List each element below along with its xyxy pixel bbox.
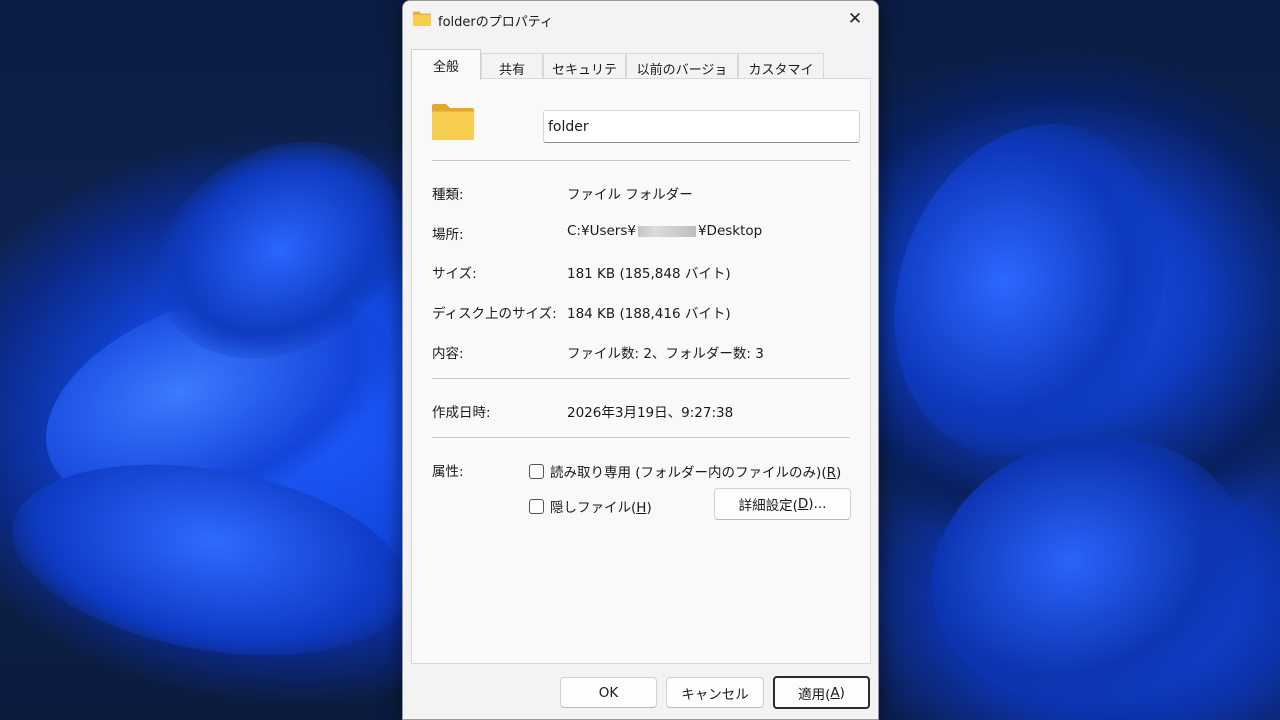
window-title: folderのプロパティ: [438, 15, 553, 30]
size-label: サイズ:: [432, 266, 477, 282]
location-prefix: C:¥Users¥: [567, 223, 636, 239]
created-value: 2026年3月19日、9:27:38: [567, 405, 734, 421]
redacted-username: [637, 225, 696, 237]
wallpaper-petal: [849, 85, 1211, 495]
readonly-option[interactable]: 読み取り専用 (フォルダー内のファイルのみ)(R): [529, 461, 841, 481]
close-button[interactable]: ✕: [832, 1, 878, 37]
attributes-label: 属性:: [432, 464, 464, 480]
close-icon: ✕: [847, 9, 863, 29]
tab-general[interactable]: 全般: [411, 49, 481, 80]
hidden-checkbox[interactable]: [529, 498, 544, 514]
location-suffix: ¥Desktop: [697, 223, 763, 239]
separator: [432, 437, 850, 438]
properties-dialog: folderのプロパティ ✕ 全般 共有 セキュリティ 以前のバージョン カスタ…: [402, 0, 879, 720]
location-label: 場所:: [432, 227, 464, 243]
hidden-label: 隠しファイル(H): [550, 500, 652, 516]
tab-strip: 全般 共有 セキュリティ 以前のバージョン カスタマイズ: [411, 49, 871, 97]
location-value: C:¥Users¥ ¥Desktop: [567, 223, 762, 239]
disk-size-value: 184 KB (188,416 バイト): [567, 306, 731, 322]
created-label: 作成日時:: [432, 405, 491, 421]
wallpaper-petal: [901, 403, 1279, 720]
separator: [432, 378, 850, 379]
folder-icon: [413, 11, 431, 26]
folder-icon: [432, 104, 474, 140]
separator: [432, 160, 850, 161]
contents-label: 内容:: [432, 346, 464, 362]
type-value: ファイル フォルダー: [567, 187, 693, 203]
tab-security[interactable]: セキュリティ: [543, 53, 626, 97]
tab-sharing[interactable]: 共有: [481, 53, 543, 79]
size-value: 181 KB (185,848 バイト): [567, 266, 731, 282]
cancel-button[interactable]: キャンセル: [666, 677, 764, 708]
apply-button[interactable]: 適用(A): [773, 676, 870, 709]
tab-customize[interactable]: カスタマイズ: [738, 53, 824, 97]
readonly-checkbox[interactable]: [529, 463, 544, 479]
title-bar[interactable]: folderのプロパティ ✕: [403, 1, 878, 39]
readonly-label: 読み取り専用 (フォルダー内のファイルのみ)(R): [550, 465, 842, 481]
disk-size-label: ディスク上のサイズ:: [432, 306, 557, 322]
advanced-button[interactable]: 詳細設定(D)...: [714, 488, 851, 520]
tab-previous-versions[interactable]: 以前のバージョン: [626, 53, 738, 97]
type-label: 種類:: [432, 187, 464, 203]
hidden-option[interactable]: 隠しファイル(H): [529, 496, 652, 516]
folder-name-input[interactable]: [543, 110, 860, 143]
ok-button[interactable]: OK: [560, 677, 657, 708]
contents-value: ファイル数: 2、フォルダー数: 3: [567, 346, 764, 362]
general-panel: 種類: ファイル フォルダー 場所: C:¥Users¥ ¥Desktop サイズ…: [411, 78, 871, 664]
